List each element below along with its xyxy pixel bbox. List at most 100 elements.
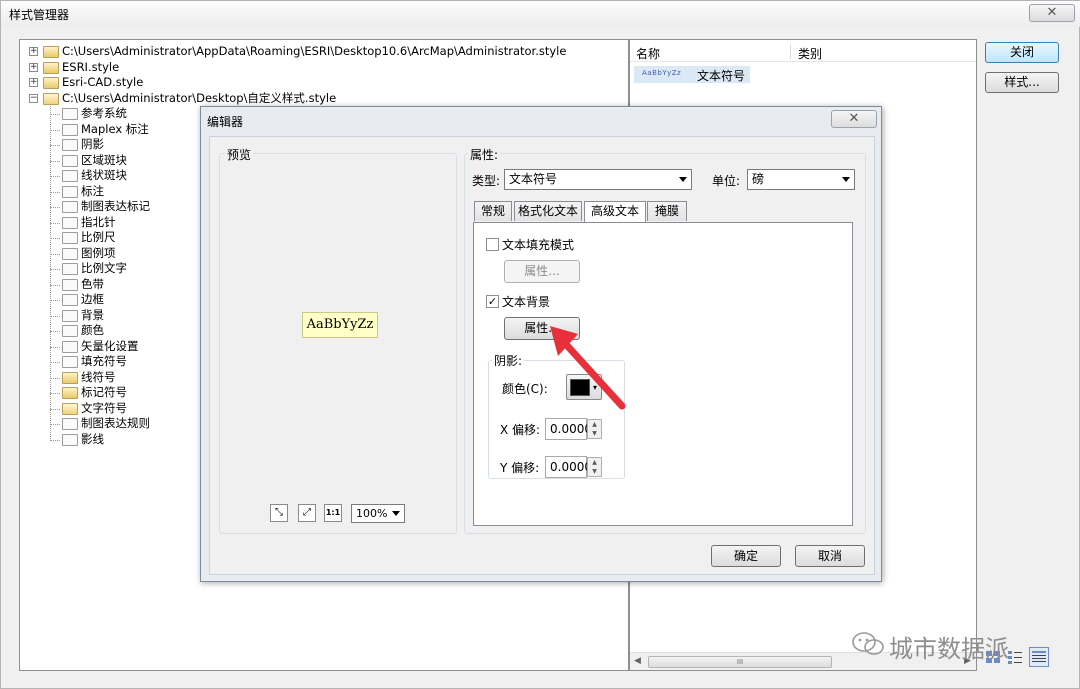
editor-close-button[interactable]: ✕: [831, 110, 877, 128]
wechat-icon: [852, 632, 884, 655]
folder-icon: [62, 185, 78, 198]
folder-icon: [43, 77, 59, 89]
spin-down-icon[interactable]: ▼: [588, 429, 601, 438]
tree-connector: [50, 362, 60, 363]
folder-icon: [62, 216, 78, 229]
column-name[interactable]: 名称: [636, 45, 660, 62]
tree-child-item[interactable]: 制图表达规则: [81, 416, 150, 431]
tree-connector: [50, 439, 60, 441]
zoom-select[interactable]: 100%: [351, 504, 405, 523]
tree-child-item[interactable]: 指北针: [81, 215, 116, 230]
tab-mask[interactable]: 掩膜: [647, 201, 687, 221]
column-category[interactable]: 类别: [798, 45, 822, 62]
folder-icon: [62, 232, 78, 244]
text-fill-pattern-checkbox[interactable]: [486, 238, 499, 251]
tree-child-item[interactable]: 阴影: [81, 137, 104, 152]
tree-child-item[interactable]: 制图表达标记: [81, 199, 150, 214]
folder-icon: [62, 154, 78, 167]
folder-icon: [62, 340, 78, 353]
tree-child-item[interactable]: 影线: [81, 432, 104, 447]
folder-icon: [62, 139, 78, 151]
tree-child-item[interactable]: 填充符号: [81, 354, 127, 369]
tree-root-item[interactable]: ESRI.style: [62, 60, 119, 75]
tree-root-item[interactable]: C:\Users\Administrator\Desktop\自定义样式.sty…: [62, 91, 336, 106]
list-item[interactable]: AaBbYyZz 文本符号: [634, 66, 750, 83]
details-view-icon[interactable]: [1029, 647, 1049, 667]
zoom-fit-button[interactable]: ⤡: [270, 504, 288, 522]
folder-icon: [62, 433, 78, 446]
close-button[interactable]: 关闭: [985, 42, 1059, 63]
watermark-text: 城市数据派: [889, 635, 1009, 663]
folder-icon: [62, 309, 78, 322]
tree-child-item[interactable]: 比例文字: [81, 261, 127, 276]
folder-icon: [62, 356, 78, 368]
cancel-button[interactable]: 取消: [795, 545, 865, 567]
scroll-left-icon[interactable]: ◀: [634, 656, 641, 666]
tree-root-item[interactable]: Esri-CAD.style: [62, 75, 143, 90]
spin-up-icon[interactable]: ▲: [588, 420, 601, 429]
tree-connector: [50, 160, 60, 162]
zoom-actual-button[interactable]: 1:1: [324, 504, 342, 522]
list-item-name: 文本符号: [697, 69, 746, 83]
tree-child-item[interactable]: 背景: [81, 308, 104, 323]
window-close-button[interactable]: ✕: [1029, 4, 1075, 22]
text-fill-pattern-properties-button[interactable]: 属性...: [504, 260, 580, 283]
check-icon: ✓: [487, 295, 498, 308]
shadow-x-offset-spinner[interactable]: ▲ ▼: [587, 419, 602, 439]
text-fill-pattern-label: 文本填充模式: [502, 238, 575, 252]
tree-connector: [50, 106, 51, 441]
tab-strip: 常规 格式化文本 高级文本 掩膜: [473, 198, 873, 224]
tree-expander-icon[interactable]: +: [29, 62, 38, 72]
tree-expander-icon[interactable]: −: [29, 93, 38, 103]
tab-general[interactable]: 常规: [474, 201, 512, 221]
column-divider: [790, 44, 791, 59]
tree-expander-icon[interactable]: +: [29, 47, 38, 56]
type-select[interactable]: 文本符号: [504, 169, 692, 190]
chevron-down-icon: [679, 177, 687, 182]
tree-child-item[interactable]: Maplex 标注: [81, 122, 149, 137]
tree-child-item[interactable]: 矢量化设置: [81, 339, 139, 354]
tree-child-item[interactable]: 标注: [81, 184, 104, 199]
scroll-thumb[interactable]: III: [648, 656, 832, 668]
tree-child-item[interactable]: 标记符号: [81, 385, 127, 400]
tree-child-item[interactable]: 边框: [81, 292, 104, 307]
tab-formatted-text[interactable]: 格式化文本: [514, 201, 582, 221]
ok-button[interactable]: 确定: [711, 545, 781, 567]
folder-icon: [62, 387, 78, 399]
tree-child-item[interactable]: 参考系统: [81, 106, 127, 121]
tree-connector: [50, 408, 60, 410]
shadow-y-offset-spinner[interactable]: ▲ ▼: [587, 457, 602, 477]
tree-connector: [50, 315, 60, 317]
tab-advanced-text[interactable]: 高级文本: [584, 201, 646, 224]
tree-child-item[interactable]: 线符号: [81, 370, 116, 385]
zoom-expand-button[interactable]: ⤢: [298, 504, 316, 522]
folder-icon: [62, 201, 78, 213]
chevron-down-icon: [842, 177, 850, 182]
tree-expander-icon[interactable]: +: [29, 78, 38, 87]
spin-down-icon[interactable]: ▼: [588, 467, 601, 476]
unit-select[interactable]: 磅: [747, 169, 855, 190]
actual-size-icon: 1:1: [325, 508, 341, 517]
tree-child-item[interactable]: 图例项: [81, 246, 116, 261]
list-view-icon[interactable]: [1007, 649, 1023, 665]
folder-icon: [62, 418, 78, 430]
shadow-y-offset-input[interactable]: 0.0000: [545, 456, 592, 478]
tree-connector: [50, 176, 60, 177]
spin-up-icon[interactable]: ▲: [588, 458, 601, 467]
tree-root-item[interactable]: C:\Users\Administrator\AppData\Roaming\E…: [62, 44, 566, 59]
zoom-value: 100%: [356, 507, 388, 520]
tree-child-item[interactable]: 区域斑块: [81, 153, 127, 168]
tree-child-item[interactable]: 比例尺: [81, 230, 116, 245]
tree-child-item[interactable]: 色带: [81, 277, 104, 292]
advanced-text-tab-panel: 文本填充模式 属性... ✓ 文本背景 属性... 阴影: 颜色(C): ▾ X…: [473, 222, 853, 526]
tree-connector: [50, 191, 60, 193]
shadow-x-offset-input[interactable]: 0.0000: [545, 418, 592, 440]
tree-child-item[interactable]: 线状斑块: [81, 168, 127, 183]
styles-button[interactable]: 样式...: [985, 72, 1059, 93]
annotation-arrow-icon: [550, 326, 626, 410]
tree-connector: [50, 393, 60, 394]
editor-title: 编辑器: [207, 115, 244, 129]
text-background-checkbox[interactable]: ✓: [486, 295, 499, 308]
tree-child-item[interactable]: 文字符号: [81, 401, 127, 416]
tree-child-item[interactable]: 颜色: [81, 323, 104, 338]
